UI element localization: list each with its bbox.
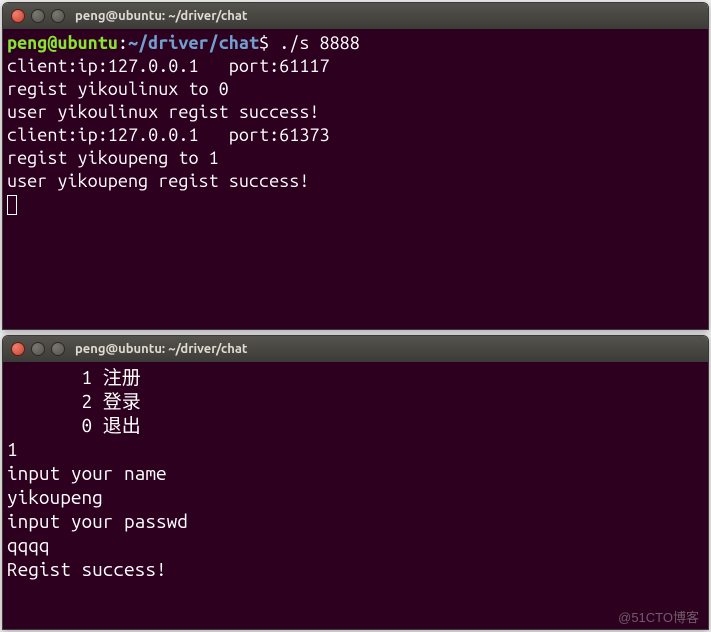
prompt-line: peng@ubuntu:~/driver/chat$ ./s 8888 [7,32,704,55]
menu-line: 2 登录 [7,389,704,413]
output-line: 1 [7,437,704,461]
terminal-body[interactable]: peng@ubuntu:~/driver/chat$ ./s 8888clien… [3,29,708,329]
watermark: @51CTO博客 [618,607,699,626]
output-line: client:ip:127.0.0.1 port:61373 [7,124,704,147]
terminal-body[interactable]: 1 注册 2 登录 0 退出1input your nameyikoupengi… [3,362,708,629]
window-title: peng@ubuntu: ~/driver/chat [75,9,700,23]
prompt-colon: : [118,33,128,53]
output-line: regist yikoupeng to 1 [7,147,704,170]
terminal-window-client: peng@ubuntu: ~/driver/chat 1 注册 2 登录 0 退… [2,335,709,630]
output-line: user yikoupeng regist success! [7,170,704,193]
window-controls [11,342,65,356]
minimize-icon[interactable] [31,342,45,356]
output-line: regist yikoulinux to 0 [7,78,704,101]
terminal-window-server: peng@ubuntu: ~/driver/chat peng@ubuntu:~… [2,2,709,330]
minimize-icon[interactable] [31,9,45,23]
close-icon[interactable] [11,342,25,356]
output-line: user yikoulinux regist success! [7,101,704,124]
output-line: qqqq [7,533,704,557]
close-icon[interactable] [11,9,25,23]
output-line: Regist success! [7,557,704,581]
maximize-icon[interactable] [51,342,65,356]
titlebar[interactable]: peng@ubuntu: ~/driver/chat [3,336,708,362]
maximize-icon[interactable] [51,9,65,23]
window-controls [11,9,65,23]
menu-line: 0 退出 [7,413,704,437]
output-line: yikoupeng [7,485,704,509]
titlebar[interactable]: peng@ubuntu: ~/driver/chat [3,3,708,29]
prompt-userhost: peng@ubuntu [7,33,118,53]
prompt-dollar: $ [259,33,279,53]
output-line: client:ip:127.0.0.1 port:61117 [7,55,704,78]
cursor-icon [7,195,17,215]
prompt-path: ~/driver/chat [128,33,259,53]
command-text: ./s 8888 [279,33,360,53]
window-title: peng@ubuntu: ~/driver/chat [75,342,700,356]
output-line: input your passwd [7,509,704,533]
menu-line: 1 注册 [7,365,704,389]
output-line: input your name [7,461,704,485]
